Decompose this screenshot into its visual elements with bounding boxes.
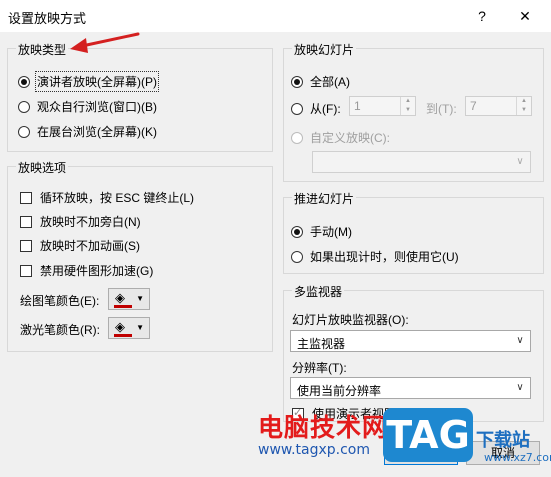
radio-all-slides-dot[interactable] — [291, 75, 303, 88]
check-disable-hw-accel[interactable]: 禁用硬件图形加速(G) — [20, 262, 153, 279]
radio-from-dot[interactable] — [291, 102, 303, 115]
resolution-select-value: 使用当前分辨率 — [297, 384, 382, 398]
laser-color-label: 激光笔颜色(R): — [20, 323, 100, 337]
pen-color-button[interactable]: ◈ ▼ — [108, 288, 150, 310]
radio-kiosk[interactable]: 在展台浏览(全屏幕)(K) — [18, 123, 157, 140]
resolution-select[interactable]: 使用当前分辨率 ∨ — [290, 377, 531, 399]
monitors-group: 多监视器 — [283, 283, 544, 422]
show-options-label: 放映选项 — [16, 159, 69, 176]
watermark-site-name: 电脑技术网 — [258, 413, 389, 442]
chevron-down-icon: ∨ — [516, 156, 524, 167]
check-no-animation-box[interactable] — [20, 239, 32, 252]
radio-audience[interactable]: 观众自行浏览(窗口)(B) — [18, 98, 157, 115]
radio-all-slides-label: 全部(A) — [310, 75, 350, 89]
advance-label: 推进幻灯片 — [292, 190, 357, 207]
check-no-narration[interactable]: 放映时不加旁白(N) — [20, 213, 141, 230]
custom-show-select: ∨ — [312, 151, 531, 173]
radio-manual-label: 手动(M) — [310, 225, 352, 239]
monitor-select-value: 主监视器 — [297, 337, 346, 351]
to-spinner-arrows[interactable]: ▲ ▼ — [516, 97, 531, 115]
chevron-down-icon: ∨ — [516, 335, 524, 346]
check-disable-hw-accel-label: 禁用硬件图形加速(G) — [40, 264, 154, 278]
radio-use-timings[interactable]: 如果出现计时，则使用它(U) — [291, 248, 459, 265]
help-button[interactable]: ? — [470, 4, 494, 28]
radio-all-slides[interactable]: 全部(A) — [291, 73, 350, 90]
check-loop-box[interactable] — [20, 191, 32, 204]
laser-color-swatch — [114, 334, 132, 337]
radio-from[interactable]: 从(F): — [291, 100, 341, 117]
radio-presenter-dot[interactable] — [18, 75, 30, 88]
from-value: 1 — [354, 99, 361, 113]
radio-audience-label: 观众自行浏览(窗口)(B) — [37, 100, 157, 114]
radio-audience-dot[interactable] — [18, 100, 30, 113]
from-spinner[interactable]: 1 ▲ ▼ — [349, 96, 416, 116]
from-spinner-arrows[interactable]: ▲ ▼ — [400, 97, 415, 115]
radio-presenter-label: 演讲者放映(全屏幕)(P) — [35, 71, 159, 92]
paint-bucket-icon: ◈ — [115, 319, 125, 334]
monitors-label: 多监视器 — [292, 283, 345, 300]
watermark-url: www.tagxp.com — [258, 442, 370, 458]
spinner-up-icon[interactable]: ▲ — [517, 97, 531, 106]
radio-from-label: 从(F): — [310, 102, 341, 116]
pen-color-swatch — [114, 305, 132, 308]
spinner-up-icon[interactable]: ▲ — [401, 97, 415, 106]
check-no-narration-box[interactable] — [20, 215, 32, 228]
monitor-select[interactable]: 主监视器 ∨ — [290, 330, 531, 352]
radio-kiosk-label: 在展台浏览(全屏幕)(K) — [37, 125, 157, 139]
annotation-arrow — [70, 32, 140, 53]
to-value: 7 — [470, 99, 477, 113]
laser-color-button[interactable]: ◈ ▼ — [108, 317, 150, 339]
chevron-down-icon: ▼ — [136, 294, 144, 303]
paint-bucket-icon: ◈ — [115, 290, 125, 305]
radio-manual-dot[interactable] — [291, 225, 303, 238]
check-loop[interactable]: 循环放映，按 ESC 键终止(L) — [20, 189, 194, 206]
to-spinner[interactable]: 7 ▲ ▼ — [465, 96, 532, 116]
radio-kiosk-dot[interactable] — [18, 125, 30, 138]
radio-manual[interactable]: 手动(M) — [291, 223, 352, 240]
show-type-label: 放映类型 — [16, 41, 69, 58]
radio-custom-show: 自定义放映(C): — [291, 129, 390, 146]
to-label: 到(T): — [426, 102, 457, 116]
chevron-down-icon: ∨ — [516, 382, 524, 393]
show-slides-label: 放映幻灯片 — [292, 41, 357, 58]
monitor-select-label: 幻灯片放映监视器(O): — [292, 313, 409, 327]
radio-use-timings-label: 如果出现计时，则使用它(U) — [310, 250, 459, 264]
check-no-animation-label: 放映时不加动画(S) — [40, 239, 140, 253]
watermark-url2: www.xz7.com — [484, 451, 551, 464]
spinner-down-icon[interactable]: ▼ — [517, 106, 531, 115]
radio-presenter[interactable]: 演讲者放映(全屏幕)(P) — [18, 71, 159, 92]
title-bar: 设置放映方式 ? ✕ — [0, 0, 551, 32]
dialog-title: 设置放映方式 — [8, 11, 87, 26]
radio-custom-show-label: 自定义放映(C): — [310, 131, 390, 145]
chevron-down-icon: ▼ — [136, 323, 144, 332]
watermark-download: 下载站 — [476, 430, 530, 451]
check-disable-hw-accel-box[interactable] — [20, 264, 32, 277]
watermark-logo: TAG — [383, 408, 473, 462]
radio-use-timings-dot[interactable] — [291, 250, 303, 263]
radio-custom-show-dot — [291, 131, 303, 144]
check-no-animation[interactable]: 放映时不加动画(S) — [20, 237, 140, 254]
resolution-label: 分辨率(T): — [292, 361, 347, 375]
close-button[interactable]: ✕ — [513, 4, 537, 28]
check-no-narration-label: 放映时不加旁白(N) — [40, 215, 141, 229]
pen-color-label: 绘图笔颜色(E): — [20, 294, 100, 308]
spinner-down-icon[interactable]: ▼ — [401, 106, 415, 115]
check-loop-label: 循环放映，按 ESC 键终止(L) — [40, 191, 195, 205]
